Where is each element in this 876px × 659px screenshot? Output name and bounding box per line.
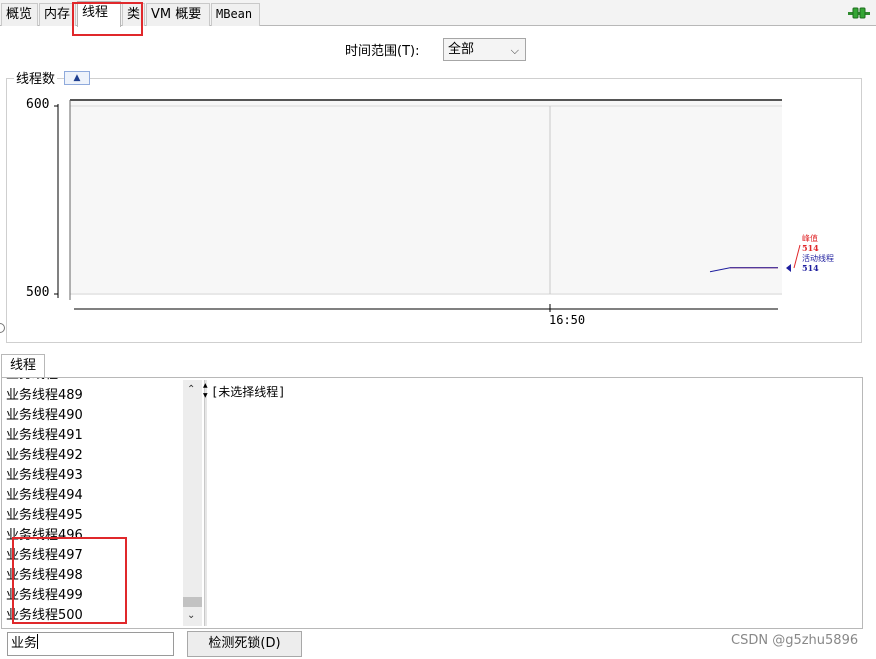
list-item[interactable]: 业务线程491 — [6, 426, 83, 446]
list-item[interactable]: 业务线程499 — [6, 586, 83, 606]
split-left-arrow-icon[interactable]: ▲ — [203, 382, 208, 389]
y-tick-label-600: 600 — [26, 97, 50, 112]
filter-value: 业务 — [11, 636, 38, 651]
list-item[interactable]: 业务线程496 — [6, 526, 83, 546]
list-item[interactable]: 业务线程493 — [6, 466, 83, 486]
list-item[interactable]: 业务线程494 — [6, 486, 83, 506]
legend-peak-marker — [793, 244, 801, 269]
list-item[interactable]: 业务线程497 — [6, 546, 83, 566]
list-item[interactable]: 业务线程498 — [6, 566, 83, 586]
list-item[interactable]: 业务线程490 — [6, 406, 83, 426]
split-right-arrow-icon[interactable]: ▼ — [203, 392, 208, 399]
y-tick-label-500: 500 — [26, 285, 50, 300]
legend-live-marker — [786, 264, 791, 272]
thread-list[interactable]: 业务线程488 业务线程489业务线程490业务线程491业务线程492业务线程… — [3, 378, 183, 626]
list-item[interactable]: 业务线程492 — [6, 446, 83, 466]
list-item-partial[interactable]: 业务线程488 — [6, 378, 83, 385]
tab-threads-list[interactable]: 线程 — [1, 354, 45, 378]
thread-list-scrollbar[interactable]: ⌃ ⌄ — [183, 380, 202, 626]
thread-details: [未选择线程] — [211, 385, 286, 399]
detect-deadlock-button[interactable]: 检测死锁(D) — [187, 631, 302, 657]
legend-live-value: 514 — [802, 263, 819, 273]
scroll-down-icon[interactable]: ⌄ — [187, 610, 195, 621]
scroll-thumb[interactable] — [183, 597, 202, 607]
list-item[interactable]: 业务线程500 — [6, 606, 83, 626]
scroll-up-icon[interactable]: ⌃ — [187, 384, 195, 395]
thread-filter-input[interactable]: 业务 — [7, 632, 174, 656]
plot-area — [70, 100, 782, 295]
watermark: CSDN @g5zhu5896 — [731, 633, 859, 648]
list-item[interactable]: 业务线程489 — [6, 386, 83, 406]
legend-peak-value: 514 — [802, 243, 819, 253]
text-caret — [37, 634, 39, 649]
list-item[interactable]: 业务线程495 — [6, 506, 83, 526]
split-divider[interactable] — [204, 380, 207, 626]
x-tick-label-1650: 16:50 — [549, 313, 586, 327]
